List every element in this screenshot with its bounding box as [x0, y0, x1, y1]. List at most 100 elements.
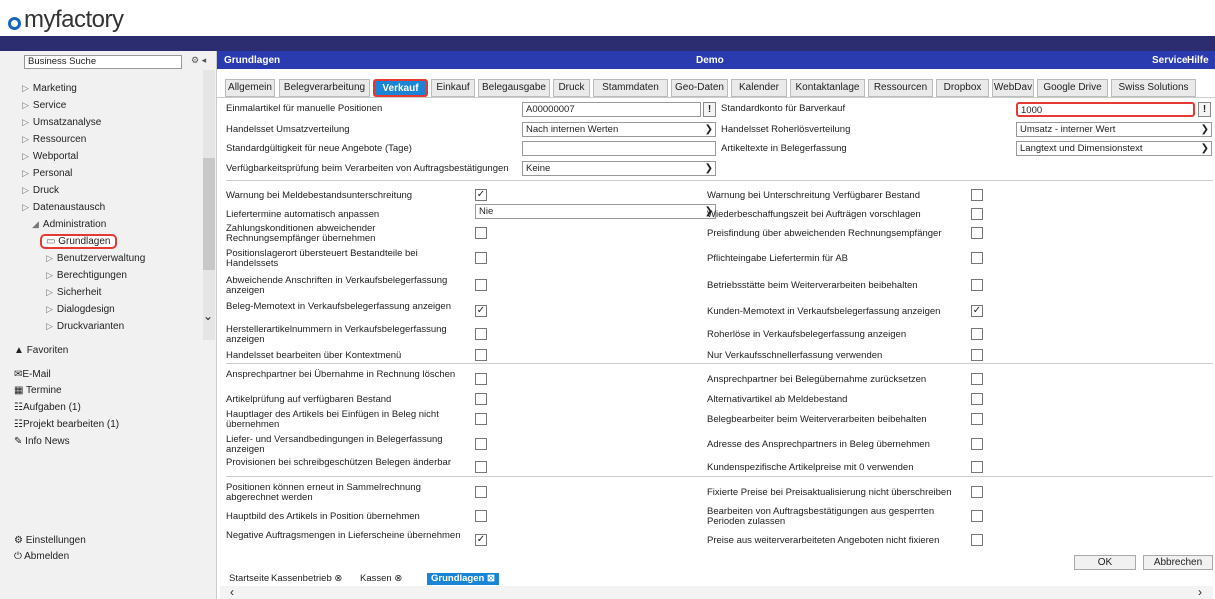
- checkbox[interactable]: [475, 486, 487, 498]
- tab-stammdaten[interactable]: Stammdaten: [593, 79, 668, 97]
- nav-webportal[interactable]: ▷ Webportal: [22, 151, 78, 162]
- bottom-tab-kassen[interactable]: Kassen ⊗: [360, 573, 402, 585]
- logout-link[interactable]: ⏻ Abmelden: [14, 551, 69, 562]
- sidebar-scroll-thumb[interactable]: [203, 158, 215, 270]
- checkbox[interactable]: [971, 413, 983, 425]
- business-search-input[interactable]: Business Suche: [24, 55, 182, 69]
- handelsset-umsatz-select[interactable]: Nach internen Werten ❯: [522, 122, 716, 137]
- checkbox[interactable]: [971, 279, 983, 291]
- einmalartikel-picker-button[interactable]: !: [703, 102, 716, 117]
- bottom-tab-kassenbetrieb[interactable]: Kassenbetrieb ⊗: [271, 573, 342, 585]
- nav-personal[interactable]: ▷ Personal: [22, 168, 72, 179]
- nav-druck[interactable]: ▷ Druck: [22, 185, 59, 196]
- tab-dropbox[interactable]: Dropbox: [936, 79, 989, 97]
- service-link[interactable]: Service: [1152, 55, 1188, 66]
- checkbox[interactable]: [971, 438, 983, 450]
- checkbox[interactable]: ✓: [971, 305, 983, 317]
- checkbox[interactable]: [971, 534, 983, 546]
- tab-google-drive[interactable]: Google Drive: [1037, 79, 1108, 97]
- close-icon[interactable]: ⊗: [334, 573, 342, 584]
- ok-button[interactable]: OK: [1074, 555, 1136, 570]
- checkbox[interactable]: [971, 252, 983, 264]
- handelsset-umsatz-label: Handelsset Umsatzverteilung: [226, 124, 350, 135]
- checkbox[interactable]: [475, 510, 487, 522]
- tab-allgemein[interactable]: Allgemein: [225, 79, 275, 97]
- tab-einkauf[interactable]: Einkauf: [431, 79, 475, 97]
- standardkonto-picker-button[interactable]: !: [1198, 102, 1211, 117]
- artikeltexte-select[interactable]: Langtext und Dimensionstext ❯: [1016, 141, 1212, 156]
- tab-swiss-solutions[interactable]: Swiss Solutions: [1111, 79, 1196, 97]
- checkbox[interactable]: [475, 461, 487, 473]
- scroll-down-icon[interactable]: ⌄: [203, 309, 213, 323]
- tab-belegverarbeitung[interactable]: Belegverarbeitung: [279, 79, 370, 97]
- handelsset-roherl-select[interactable]: Umsatz - interner Wert ❯: [1016, 122, 1212, 137]
- horizontal-scrollbar[interactable]: [220, 586, 1213, 599]
- infonews-link[interactable]: ✎ Info News: [14, 436, 70, 447]
- checkbox[interactable]: [971, 510, 983, 522]
- cancel-button[interactable]: Abbrechen: [1143, 555, 1213, 570]
- nav-druckvarianten[interactable]: ▷ Druckvarianten: [46, 321, 124, 332]
- checkbox[interactable]: [475, 227, 487, 239]
- projekt-link[interactable]: ☷Projekt bearbeiten (1): [14, 419, 119, 430]
- tab-kalender[interactable]: Kalender: [731, 79, 787, 97]
- favorites-link[interactable]: ▲ Favoriten: [14, 345, 68, 356]
- checkbox-label: Preise aus weiterverarbeiteten Angeboten…: [707, 535, 940, 546]
- standardgueltigkeit-input[interactable]: [522, 141, 716, 156]
- checkbox[interactable]: [475, 413, 487, 425]
- checkbox[interactable]: [971, 393, 983, 405]
- checkbox[interactable]: [475, 393, 487, 405]
- checkbox[interactable]: [475, 349, 487, 361]
- email-link[interactable]: ✉E-Mail: [14, 369, 51, 380]
- nav-grundlagen[interactable]: ▭ Grundlagen: [40, 234, 117, 249]
- scroll-right-icon[interactable]: ›: [1198, 585, 1202, 599]
- checkbox[interactable]: [475, 438, 487, 450]
- checkbox[interactable]: ✓: [475, 305, 487, 317]
- settings-link[interactable]: ⚙ Einstellungen: [14, 535, 86, 546]
- checkbox[interactable]: [971, 373, 983, 385]
- verfuegbarkeit-select[interactable]: Keine ❯: [522, 161, 716, 176]
- nav-ressourcen[interactable]: ▷ Ressourcen: [22, 134, 86, 145]
- bottom-tab-startseite[interactable]: Startseite: [229, 573, 269, 585]
- nav-umsatzanalyse[interactable]: ▷ Umsatzanalyse: [22, 117, 101, 128]
- checkbox[interactable]: ✓: [475, 189, 487, 201]
- checkbox[interactable]: [971, 189, 983, 201]
- tab-kontaktanlage[interactable]: Kontaktanlage: [790, 79, 865, 97]
- standardkonto-input[interactable]: 1000: [1016, 102, 1195, 117]
- checkbox[interactable]: [971, 486, 983, 498]
- nav-datenaustausch[interactable]: ▷ Datenaustausch: [22, 202, 105, 213]
- sidebar-tools-icon[interactable]: ⚙ ◂: [191, 55, 206, 66]
- close-icon[interactable]: ⊠: [487, 573, 495, 584]
- nav-service[interactable]: ▷ Service: [22, 100, 66, 111]
- nav-sicherheit[interactable]: ▷ Sicherheit: [46, 287, 101, 298]
- checkbox[interactable]: [475, 252, 487, 264]
- help-link[interactable]: Hilfe: [1187, 55, 1209, 66]
- checkbox[interactable]: ✓: [475, 534, 487, 546]
- checkbox[interactable]: [971, 349, 983, 361]
- nav-benutzerverwaltung[interactable]: ▷ Benutzerverwaltung: [46, 253, 145, 264]
- nav-administration[interactable]: ◢ Administration: [32, 219, 106, 230]
- checkbox[interactable]: [475, 328, 487, 340]
- aufgaben-link[interactable]: ☷Aufgaben (1): [14, 402, 81, 413]
- tab-verkauf[interactable]: Verkauf: [373, 79, 428, 97]
- nav-dialogdesign[interactable]: ▷ Dialogdesign: [46, 304, 115, 315]
- nav-berechtigungen[interactable]: ▷ Berechtigungen: [46, 270, 127, 281]
- tab-belegausgabe[interactable]: Belegausgabe: [478, 79, 550, 97]
- expand-icon: ▷: [46, 253, 53, 263]
- checkbox[interactable]: [971, 227, 983, 239]
- tab-geo-daten[interactable]: Geo-Daten: [671, 79, 728, 97]
- bottom-tab-grundlagen[interactable]: Grundlagen ⊠: [427, 573, 499, 585]
- tab-druck[interactable]: Druck: [553, 79, 590, 97]
- checkbox[interactable]: [971, 208, 983, 220]
- checkbox[interactable]: [971, 461, 983, 473]
- tab-webdav[interactable]: WebDav: [992, 79, 1034, 97]
- termine-link[interactable]: ▦ Termine: [14, 385, 62, 396]
- checkbox[interactable]: [971, 328, 983, 340]
- tab-ressourcen[interactable]: Ressourcen: [868, 79, 933, 97]
- checkbox[interactable]: [475, 373, 487, 385]
- scroll-left-icon[interactable]: ‹: [230, 585, 234, 599]
- close-icon[interactable]: ⊗: [394, 573, 402, 584]
- checkbox[interactable]: [475, 279, 487, 291]
- einmalartikel-input[interactable]: A00000007: [522, 102, 701, 117]
- nav-marketing[interactable]: ▷ Marketing: [22, 83, 77, 94]
- liefertermine-select[interactable]: Nie ❯: [475, 204, 716, 219]
